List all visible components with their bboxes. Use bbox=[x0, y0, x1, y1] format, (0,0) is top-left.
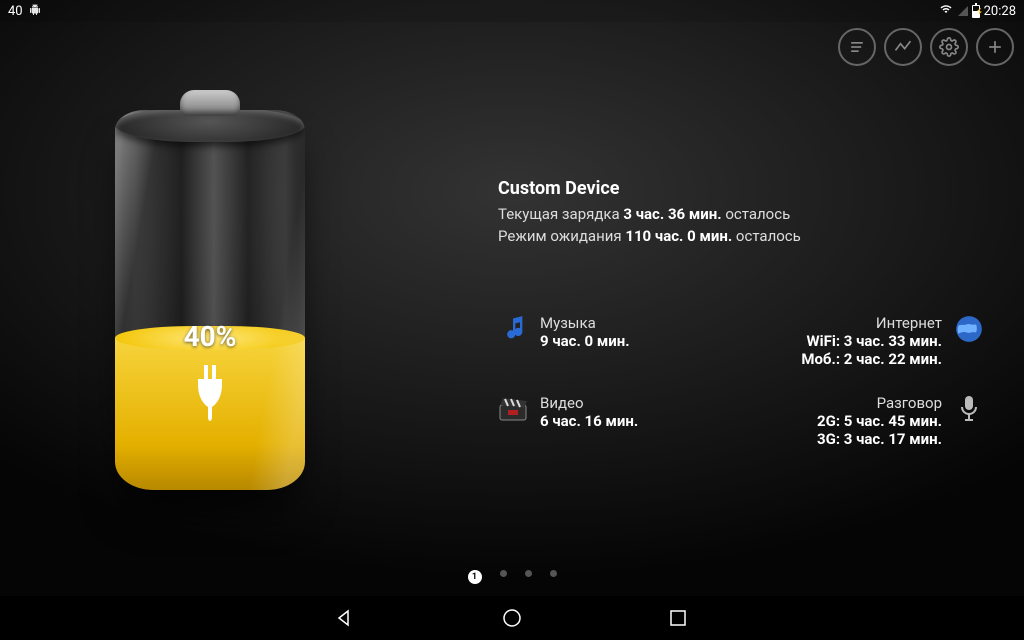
music-value: 9 час. 0 мин. bbox=[540, 332, 630, 350]
battery-graphic: 40% bbox=[110, 90, 310, 520]
usage-music: Музыка 9 час. 0 мин. bbox=[498, 314, 741, 368]
device-info: Custom Device Текущая зарядка 3 час. 36 … bbox=[498, 178, 984, 248]
page-dot-1[interactable]: 1 bbox=[468, 570, 482, 584]
talk-2g: 2G: 5 час. 45 мин. bbox=[817, 412, 942, 430]
battery-cap bbox=[180, 90, 240, 116]
plug-icon bbox=[115, 365, 305, 445]
charge-suffix: осталось bbox=[722, 205, 791, 223]
internet-mobile: Моб.: 2 час. 22 мин. bbox=[801, 350, 942, 368]
android-navbar bbox=[0, 596, 1024, 640]
standby-time: 110 час. 0 мин. bbox=[625, 227, 732, 245]
android-icon bbox=[29, 4, 41, 19]
chart-button[interactable] bbox=[884, 28, 922, 66]
usage-video: Видео 6 час. 16 мин. bbox=[498, 394, 741, 448]
charge-prefix: Текущая зарядка bbox=[498, 205, 623, 223]
standby-suffix: осталось bbox=[732, 227, 801, 245]
wifi-icon bbox=[938, 3, 954, 19]
device-name: Custom Device bbox=[498, 178, 984, 199]
signal-icon bbox=[958, 6, 968, 16]
recent-button[interactable] bbox=[665, 605, 691, 631]
video-title: Видео bbox=[540, 394, 638, 412]
charge-line: Текущая зарядка 3 час. 36 мин. осталось bbox=[498, 204, 984, 226]
page-dot-2[interactable] bbox=[500, 570, 507, 577]
music-title: Музыка bbox=[540, 314, 630, 332]
page-dot-4[interactable] bbox=[550, 570, 557, 577]
video-value: 6 час. 16 мин. bbox=[540, 412, 638, 430]
battery-percent-label: 40% bbox=[115, 320, 305, 353]
battery-body: 40% bbox=[115, 110, 305, 490]
talk-title: Разговор bbox=[817, 394, 942, 412]
internet-wifi: WiFi: 3 час. 33 мин. bbox=[801, 332, 942, 350]
internet-title: Интернет bbox=[801, 314, 942, 332]
music-icon bbox=[498, 314, 528, 344]
standby-prefix: Режим ожидания bbox=[498, 227, 625, 245]
status-bar: 40 ⚡ 20:28 bbox=[0, 0, 1024, 22]
status-time: 20:28 bbox=[984, 4, 1016, 19]
globe-icon bbox=[954, 314, 984, 344]
page-indicator[interactable]: 1 bbox=[0, 570, 1024, 584]
standby-line: Режим ожидания 110 час. 0 мин. осталось bbox=[498, 226, 984, 248]
add-button[interactable] bbox=[976, 28, 1014, 66]
list-button[interactable] bbox=[838, 28, 876, 66]
app-toolbar bbox=[838, 28, 1014, 66]
talk-3g: 3G: 3 час. 17 мин. bbox=[817, 430, 942, 448]
usage-grid: Музыка 9 час. 0 мин. Интернет WiFi: 3 ча… bbox=[498, 314, 984, 448]
page-dot-3[interactable] bbox=[525, 570, 532, 577]
status-left: 40 bbox=[8, 4, 41, 19]
back-button[interactable] bbox=[333, 605, 359, 631]
usage-talk: Разговор 2G: 5 час. 45 мин. 3G: 3 час. 1… bbox=[741, 394, 984, 448]
status-right: ⚡ 20:28 bbox=[938, 3, 1016, 19]
mic-icon bbox=[954, 394, 984, 424]
home-button[interactable] bbox=[499, 605, 525, 631]
settings-button[interactable] bbox=[930, 28, 968, 66]
clapper-icon bbox=[498, 394, 528, 424]
charge-time: 3 час. 36 мин. bbox=[623, 205, 721, 223]
battery-mini-icon: ⚡ bbox=[972, 5, 980, 18]
usage-internet: Интернет WiFi: 3 час. 33 мин. Моб.: 2 ча… bbox=[741, 314, 984, 368]
status-number: 40 bbox=[8, 4, 23, 19]
